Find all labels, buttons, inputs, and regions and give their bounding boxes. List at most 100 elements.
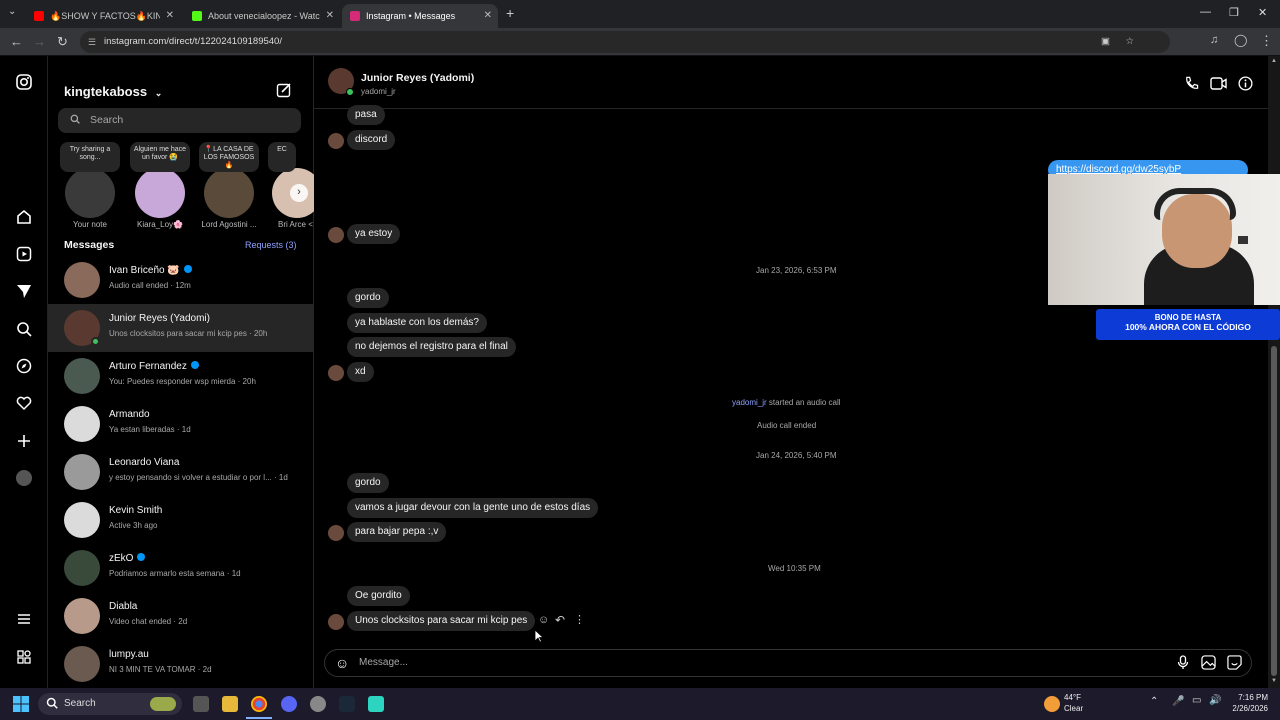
message-bubble[interactable]: pasa [347,105,385,125]
sticker-icon[interactable] [1227,655,1242,673]
browser-tab-1[interactable]: 🔥SHOW Y FACTOS🔥KINGTEK ✕ [26,4,180,28]
conversation-row[interactable]: Diabla Video chat ended · 2d [48,592,314,640]
message-bubble[interactable]: ya hablaste con los demás? [347,313,487,333]
close-window-icon[interactable]: ✕ [1258,6,1267,19]
maximize-icon[interactable]: ❐ [1229,6,1239,19]
conversation-row[interactable]: lumpy.au NI 3 MIN TE VA TOMAR · 2d [48,640,314,688]
sender-avatar[interactable] [328,525,344,541]
explore-icon[interactable] [14,356,34,376]
show-hidden-icons-icon[interactable]: ⌃ [1150,696,1158,707]
conversation-row[interactable]: Ivan Briceño 🐷 Audio call ended · 12m [48,256,314,304]
app-icon[interactable] [310,696,326,712]
notifications-heart-icon[interactable] [14,393,34,413]
reels-icon[interactable] [14,244,34,264]
browser-tab-2[interactable]: About venecialoopez - Watch Li ✕ [184,4,340,28]
profile-avatar-icon[interactable] [14,468,34,488]
message-bubble[interactable]: discord [347,130,396,150]
reply-icon[interactable]: ↶ [555,613,565,627]
sender-avatar[interactable] [328,614,344,630]
chevron-right-icon[interactable]: › [290,184,308,202]
message-bubble[interactable]: xd [347,362,374,382]
react-emoji-icon[interactable]: ☺ [538,614,549,626]
requests-link[interactable]: Requests (3) [245,240,297,250]
browser-tab-3[interactable]: Instagram • Messages ✕ [342,4,498,28]
note-item[interactable]: 📍LA CASA DE LOS FAMOSOS 🔥 Lord Agostini … [199,142,259,229]
message-input[interactable]: Message... [359,657,408,668]
install-icon[interactable]: ▣ [1101,31,1110,53]
message-bubble[interactable]: gordo [347,473,389,493]
windows-start-icon[interactable] [13,696,29,715]
call-event-handle[interactable]: yadomi_jr [732,398,767,407]
close-tab-icon[interactable]: ✕ [166,10,174,21]
weather-icon[interactable] [1044,696,1060,712]
message-composer[interactable]: ☺ Message... [324,649,1252,677]
note-item[interactable]: EC Bri Arce < [268,142,314,229]
new-tab-icon[interactable]: + [506,5,514,21]
search-icon[interactable] [14,319,34,339]
sender-avatar[interactable] [328,365,344,381]
file-explorer-icon[interactable] [222,696,238,712]
info-icon[interactable] [1238,76,1253,94]
note-item[interactable]: Try sharing a song... Your note [60,142,120,229]
conversation-row[interactable]: Arturo Fernandez You: Puedes responder w… [48,352,314,400]
bookmark-star-icon[interactable]: ☆ [1125,31,1134,53]
task-view-icon[interactable] [193,696,209,712]
new-message-icon[interactable] [276,82,292,101]
notepad-icon[interactable] [368,696,384,712]
message-bubble[interactable]: Unos clocksitos para sacar mi kcip pes [347,611,536,631]
media-icon[interactable]: ♫ [1210,34,1218,46]
sender-avatar[interactable] [328,227,344,243]
more-menu-icon[interactable] [14,609,34,629]
volume-icon[interactable]: 🔊 [1209,695,1221,706]
clock-time[interactable]: 7:16 PM [1226,693,1268,702]
message-bubble[interactable]: vamos a jugar devour con la gente uno de… [347,498,599,518]
site-info-icon[interactable]: ☰ [88,31,96,53]
page-scrollbar[interactable]: ▲ ▼ [1268,56,1280,688]
also-from-meta-icon[interactable] [14,647,34,667]
minimize-icon[interactable]: — [1200,6,1211,18]
instagram-logo-icon[interactable] [14,72,34,92]
message-bubble[interactable]: para bajar pepa :,v [347,522,447,542]
sender-avatar[interactable] [328,133,344,149]
home-icon[interactable] [14,207,34,227]
messages-icon[interactable] [14,281,34,301]
url-field[interactable]: ☰ instagram.com/direct/t/122024109189540… [80,31,1170,53]
conversation-row[interactable]: Kevin Smith Active 3h ago [48,496,314,544]
close-tab-icon[interactable]: ✕ [484,10,492,21]
taskbar-search[interactable]: Search [38,693,182,715]
conversation-row-selected[interactable]: Junior Reyes (Yadomi) Unos clocksitos pa… [48,304,314,352]
profile-icon[interactable]: ◯ [1234,33,1247,47]
video-call-icon[interactable] [1210,76,1227,94]
scrollbar-thumb[interactable] [1271,346,1277,676]
phone-call-icon[interactable] [1184,76,1199,94]
voice-clip-icon[interactable] [1177,655,1189,673]
search-input[interactable]: Search [58,108,301,133]
conversation-row[interactable]: zEkO Podriamos armarlo esta semana · 1d [48,544,314,592]
discord-icon[interactable] [281,696,297,712]
tab-search-icon[interactable]: ⌄ [8,6,16,17]
create-icon[interactable] [14,431,34,451]
scroll-up-icon[interactable]: ▲ [1271,58,1277,64]
reload-icon[interactable]: ↻ [57,34,68,50]
forward-icon[interactable]: → [33,34,46,49]
contact-name[interactable]: Junior Reyes (Yadomi) [361,72,474,84]
more-options-icon[interactable]: ⋮ [574,613,585,626]
close-tab-icon[interactable]: ✕ [326,10,334,21]
steam-icon[interactable] [339,696,355,712]
conversation-row[interactable]: Armando Ya estan liberadas · 1d [48,400,314,448]
message-bubble[interactable]: Oe gordito [347,586,410,606]
message-bubble[interactable]: no dejemos el registro para el final [347,337,516,357]
account-switcher[interactable]: kingtekaboss ⌄ [64,84,162,99]
back-icon[interactable]: ← [10,34,23,49]
chrome-icon[interactable] [251,696,267,712]
display-icon[interactable]: ▭ [1192,695,1201,706]
microphone-icon[interactable]: 🎤 [1172,696,1184,707]
conversation-row[interactable]: Leonardo Viana y estoy pensando si volve… [48,448,314,496]
add-photo-icon[interactable] [1201,655,1216,673]
clock-date[interactable]: 2/26/2026 [1226,704,1268,713]
menu-icon[interactable]: ⋮ [1260,33,1273,49]
message-bubble[interactable]: gordo [347,288,389,308]
message-bubble[interactable]: ya estoy [347,224,401,244]
note-item[interactable]: Alguien me hace un favor 😭 Kiara_Loy🌸 [130,142,190,229]
emoji-picker-icon[interactable]: ☺ [335,655,349,671]
